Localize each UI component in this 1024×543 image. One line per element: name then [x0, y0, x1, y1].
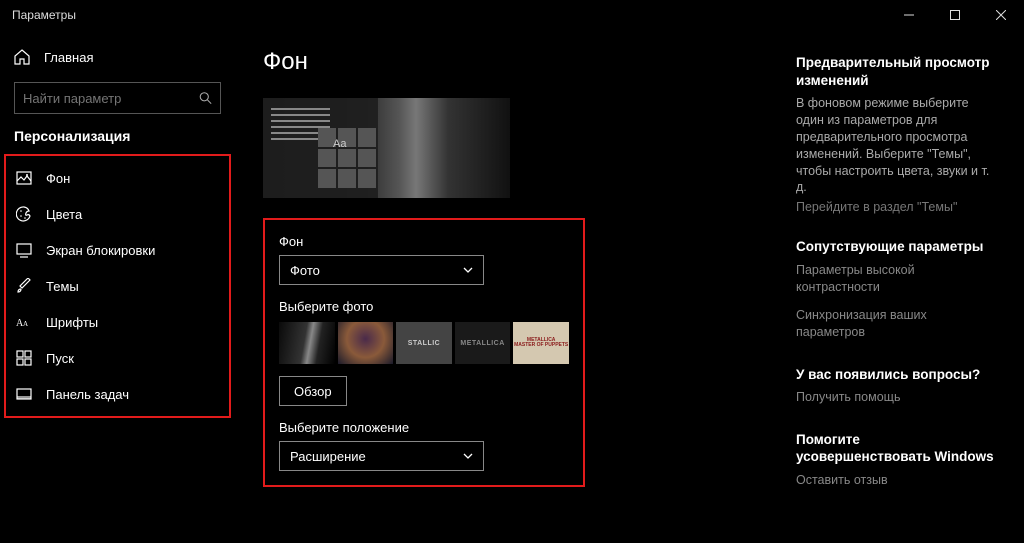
- taskbar-icon: [16, 386, 32, 402]
- home-button[interactable]: Главная: [0, 40, 235, 74]
- lockscreen-icon: [16, 242, 32, 258]
- maximize-button[interactable]: [932, 0, 978, 30]
- choose-photo-label: Выберите фото: [279, 299, 569, 314]
- related-heading: Сопутствующие параметры: [796, 238, 996, 256]
- sidebar-item-themes[interactable]: Темы: [6, 268, 229, 304]
- browse-button[interactable]: Обзор: [279, 376, 347, 406]
- questions-heading: У вас появились вопросы?: [796, 366, 996, 384]
- photo-thumb-3[interactable]: STALLIC: [396, 322, 452, 364]
- search-input[interactable]: [23, 91, 199, 106]
- home-label: Главная: [44, 50, 93, 65]
- preview-sample-text: Aa: [333, 138, 346, 150]
- svg-text:A: A: [23, 320, 28, 328]
- photo-thumbnails: STALLIC METALLICA METALLICAMASTER OF PUP…: [279, 322, 569, 364]
- improve-heading: Помогите усовершенствовать Windows: [796, 431, 996, 466]
- position-label: Выберите положение: [279, 420, 569, 435]
- search-icon: [199, 91, 212, 105]
- home-icon: [14, 49, 30, 65]
- nav-label: Экран блокировки: [46, 243, 155, 258]
- desktop-preview: Aa: [263, 98, 510, 198]
- sidebar: Главная Персонализация Фон Цвета Экран б…: [0, 30, 235, 543]
- background-dropdown[interactable]: Фото: [279, 255, 484, 285]
- sidebar-item-fonts[interactable]: AA Шрифты: [6, 304, 229, 340]
- feedback-link[interactable]: Оставить отзыв: [796, 472, 996, 490]
- preview-heading: Предварительный просмотр изменений: [796, 54, 996, 89]
- photo-thumb-5[interactable]: METALLICAMASTER OF PUPPETS: [513, 322, 569, 364]
- window-controls: [886, 0, 1024, 30]
- page-title: Фон: [263, 48, 766, 76]
- close-button[interactable]: [978, 0, 1024, 30]
- position-dropdown[interactable]: Расширение: [279, 441, 484, 471]
- picture-icon: [16, 170, 32, 186]
- titlebar: Параметры: [0, 0, 1024, 30]
- sidebar-highlight-box: Фон Цвета Экран блокировки Темы AA Шрифт…: [4, 154, 231, 418]
- sidebar-item-lockscreen[interactable]: Экран блокировки: [6, 232, 229, 268]
- background-label: Фон: [279, 234, 569, 249]
- brush-icon: [16, 278, 32, 294]
- chevron-down-icon: [463, 265, 473, 275]
- photo-thumb-1[interactable]: [279, 322, 335, 364]
- dropdown-value: Расширение: [290, 449, 366, 464]
- nav-label: Фон: [46, 171, 70, 186]
- photo-thumb-2[interactable]: [338, 322, 394, 364]
- photo-thumb-4[interactable]: METALLICA: [455, 322, 511, 364]
- high-contrast-link[interactable]: Параметры высокой контрастности: [796, 262, 996, 297]
- settings-highlight-box: Фон Фото Выберите фото STALLIC METALLICA…: [263, 218, 585, 487]
- dropdown-value: Фото: [290, 263, 320, 278]
- font-icon: AA: [16, 314, 32, 330]
- sidebar-item-taskbar[interactable]: Панель задач: [6, 376, 229, 412]
- nav-label: Темы: [46, 279, 79, 294]
- start-icon: [16, 350, 32, 366]
- chevron-down-icon: [463, 451, 473, 461]
- themes-link[interactable]: Перейдите в раздел "Темы": [796, 200, 996, 214]
- right-pane: Предварительный просмотр изменений В фон…: [796, 48, 996, 525]
- get-help-link[interactable]: Получить помощь: [796, 389, 996, 407]
- palette-icon: [16, 206, 32, 222]
- nav-label: Цвета: [46, 207, 82, 222]
- nav-label: Пуск: [46, 351, 74, 366]
- nav-label: Панель задач: [46, 387, 129, 402]
- sidebar-item-background[interactable]: Фон: [6, 160, 229, 196]
- sidebar-item-start[interactable]: Пуск: [6, 340, 229, 376]
- window-title: Параметры: [12, 8, 76, 22]
- search-input-wrap[interactable]: [14, 82, 221, 114]
- nav-label: Шрифты: [46, 315, 98, 330]
- preview-description: В фоновом режиме выберите один из параме…: [796, 95, 996, 196]
- sync-settings-link[interactable]: Синхронизация ваших параметров: [796, 307, 996, 342]
- sidebar-item-colors[interactable]: Цвета: [6, 196, 229, 232]
- sidebar-section-title: Персонализация: [0, 128, 235, 152]
- minimize-button[interactable]: [886, 0, 932, 30]
